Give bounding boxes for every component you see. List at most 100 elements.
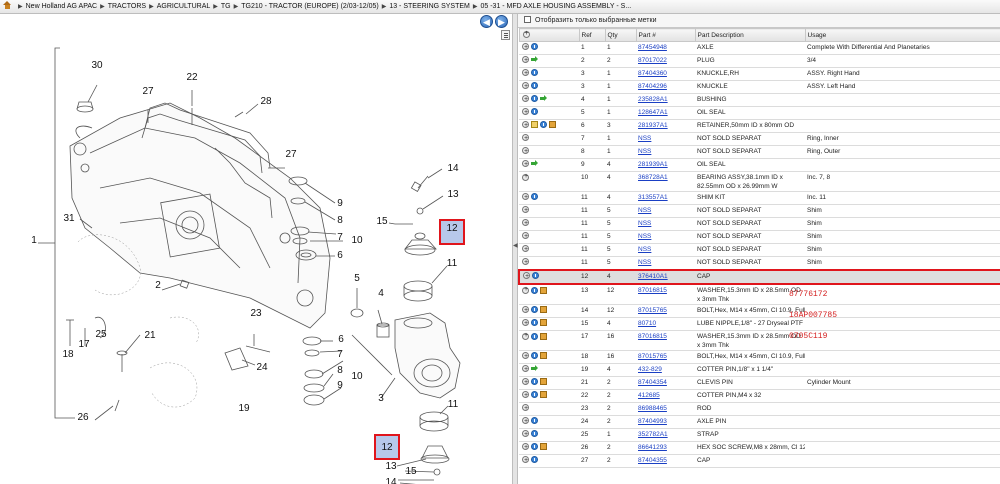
- part-number-link[interactable]: NSS: [638, 220, 651, 227]
- add-icon[interactable]: [522, 218, 529, 230]
- info-icon[interactable]: [531, 95, 538, 102]
- callout-11[interactable]: 11: [448, 399, 459, 410]
- part-number-link[interactable]: 87404354: [638, 379, 667, 386]
- add-icon[interactable]: [522, 416, 529, 428]
- callout-18[interactable]: 18: [62, 349, 74, 360]
- part-number-link[interactable]: 313557A1: [638, 194, 668, 201]
- callout-27[interactable]: 27: [142, 86, 154, 97]
- callout-7[interactable]: 7: [337, 349, 343, 360]
- part-number-link[interactable]: NSS: [638, 135, 651, 142]
- table-row[interactable]: 21287404354 CLEVIS PINCylinder Mount: [519, 376, 1000, 390]
- callout-13[interactable]: 13: [385, 461, 397, 472]
- table-row[interactable]: 222412685COTTER PIN,M4 x 32: [519, 389, 1000, 403]
- add-icon[interactable]: [522, 173, 529, 182]
- info-icon[interactable]: [532, 272, 539, 279]
- table-row[interactable]: 171687016815WASHER,15.3mm ID x 28.5mm OD…: [519, 330, 1000, 351]
- table-row[interactable]: 71NSS NOT SOLD SEPARATRing, Inner: [519, 132, 1000, 146]
- add-icon[interactable]: [523, 272, 530, 282]
- breadcrumb-item[interactable]: TG210 - TRACTOR (EUROPE) (2/03-12/05): [241, 3, 378, 10]
- table-row[interactable]: 141287015765BOLT,Hex, M14 x 45mm, Cl 10.…: [519, 304, 1000, 318]
- callout-4[interactable]: 4: [378, 288, 384, 299]
- part-number-link[interactable]: NSS: [638, 246, 651, 253]
- add-icon[interactable]: [522, 81, 529, 93]
- callout-13[interactable]: 13: [447, 189, 459, 200]
- header-select[interactable]: [518, 28, 580, 42]
- callout-9[interactable]: 9: [337, 198, 343, 209]
- table-row[interactable]: 194432-829 COTTER PIN,1/8" x 1 1/4": [519, 363, 1000, 377]
- table-row[interactable]: 2287017022PLUG3/4: [519, 54, 1000, 68]
- note-icon[interactable]: [531, 121, 538, 128]
- package-icon[interactable]: [549, 121, 556, 128]
- back-arrow-icon[interactable]: ◀: [480, 15, 493, 28]
- callout-31[interactable]: 31: [63, 213, 75, 224]
- home-icon[interactable]: [3, 1, 12, 9]
- add-icon[interactable]: [522, 429, 529, 441]
- part-number-link[interactable]: NSS: [638, 148, 651, 155]
- table-row[interactable]: 24287404993 AXLE PIN: [519, 415, 1000, 429]
- add-icon[interactable]: [522, 231, 529, 243]
- header-qty[interactable]: Qty: [604, 28, 637, 42]
- forward-arrow-icon[interactable]: ▶: [495, 15, 508, 28]
- part-number-link[interactable]: 87404296: [638, 83, 667, 90]
- add-icon[interactable]: [522, 390, 529, 402]
- collapse-arrow-icon[interactable]: ◀: [513, 242, 518, 249]
- callout-9[interactable]: 9: [337, 380, 343, 391]
- add-icon[interactable]: [522, 305, 529, 317]
- part-number-link[interactable]: 87404993: [638, 418, 667, 425]
- replacement-arrow-icon[interactable]: [531, 56, 538, 63]
- info-icon[interactable]: [531, 430, 538, 437]
- add-icon[interactable]: [522, 94, 529, 106]
- info-icon[interactable]: [531, 306, 538, 313]
- add-icon[interactable]: [522, 286, 529, 295]
- breadcrumb-item[interactable]: AGRICULTURAL: [157, 3, 211, 10]
- table-row[interactable]: 15480710LUBE NIPPLE,1/8" - 27 Dryseal PT…: [519, 317, 1000, 331]
- part-number-link[interactable]: 87016815: [638, 287, 667, 294]
- table-row[interactable]: 251352782A1 STRAP: [519, 428, 1000, 442]
- callout-15[interactable]: 15: [405, 466, 417, 477]
- info-icon[interactable]: [531, 43, 538, 50]
- table-row[interactable]: 115NSS NOT SOLD SEPARATShim: [519, 204, 1000, 218]
- table-row[interactable]: 104368728A1 BEARING ASSY,38.1mm ID x 82.5…: [519, 171, 1000, 192]
- add-icon[interactable]: [522, 403, 529, 415]
- add-icon[interactable]: [522, 159, 529, 171]
- callout-21[interactable]: 21: [144, 330, 156, 341]
- part-number-link[interactable]: 87454948: [638, 44, 667, 51]
- part-number-link[interactable]: 281939A1: [638, 161, 668, 168]
- table-row[interactable]: 51128647A1 OIL SEAL: [519, 106, 1000, 120]
- callout-27[interactable]: 27: [285, 149, 297, 160]
- part-number-link[interactable]: 80710: [638, 320, 656, 327]
- callout-3[interactable]: 3: [378, 393, 384, 404]
- table-row[interactable]: 26286641293 HEX SOC SCREW,M8 x 28mm, Cl 1…: [519, 441, 1000, 455]
- package-icon[interactable]: [540, 306, 547, 313]
- breadcrumb-item[interactable]: TRACTORS: [108, 3, 146, 10]
- table-row[interactable]: 3187404296 KNUCKLEASSY. Left Hand: [519, 80, 1000, 94]
- table-row[interactable]: 115NSS NOT SOLD SEPARATShim: [519, 230, 1000, 244]
- part-number-link[interactable]: 412685: [638, 392, 660, 399]
- callout-11[interactable]: 11: [447, 258, 458, 269]
- header-usage[interactable]: Usage: [804, 28, 1000, 42]
- callout-22[interactable]: 22: [186, 72, 198, 83]
- part-number-link[interactable]: 235828A1: [638, 96, 668, 103]
- breadcrumb-item[interactable]: 13 - STEERING SYSTEM: [389, 3, 470, 10]
- callout-2[interactable]: 2: [155, 280, 161, 291]
- callout-24[interactable]: 24: [256, 362, 268, 373]
- add-icon[interactable]: [522, 120, 529, 132]
- breadcrumb-item[interactable]: 05 -31 - MFD AXLE HOUSING ASSEMBLY - S..…: [480, 3, 631, 10]
- add-icon[interactable]: [522, 318, 529, 330]
- package-icon[interactable]: [540, 391, 547, 398]
- part-number-link[interactable]: NSS: [638, 259, 651, 266]
- callout-12[interactable]: 12: [446, 223, 458, 234]
- add-icon[interactable]: [522, 107, 529, 119]
- part-number-link[interactable]: 368728A1: [638, 174, 668, 181]
- callout-1[interactable]: 1: [31, 235, 37, 246]
- add-icon[interactable]: [522, 442, 529, 454]
- info-icon[interactable]: [531, 108, 538, 115]
- package-icon[interactable]: [540, 352, 547, 359]
- part-number-link[interactable]: NSS: [638, 207, 651, 214]
- callout-23[interactable]: 23: [250, 308, 262, 319]
- info-icon[interactable]: [531, 333, 538, 340]
- table-row[interactable]: 115NSS NOT SOLD SEPARATShim: [519, 217, 1000, 231]
- part-number-link[interactable]: 376410A1: [638, 273, 668, 280]
- part-number-link[interactable]: 86641293: [638, 444, 667, 451]
- table-row[interactable]: 27287404355 CAP: [519, 454, 1000, 468]
